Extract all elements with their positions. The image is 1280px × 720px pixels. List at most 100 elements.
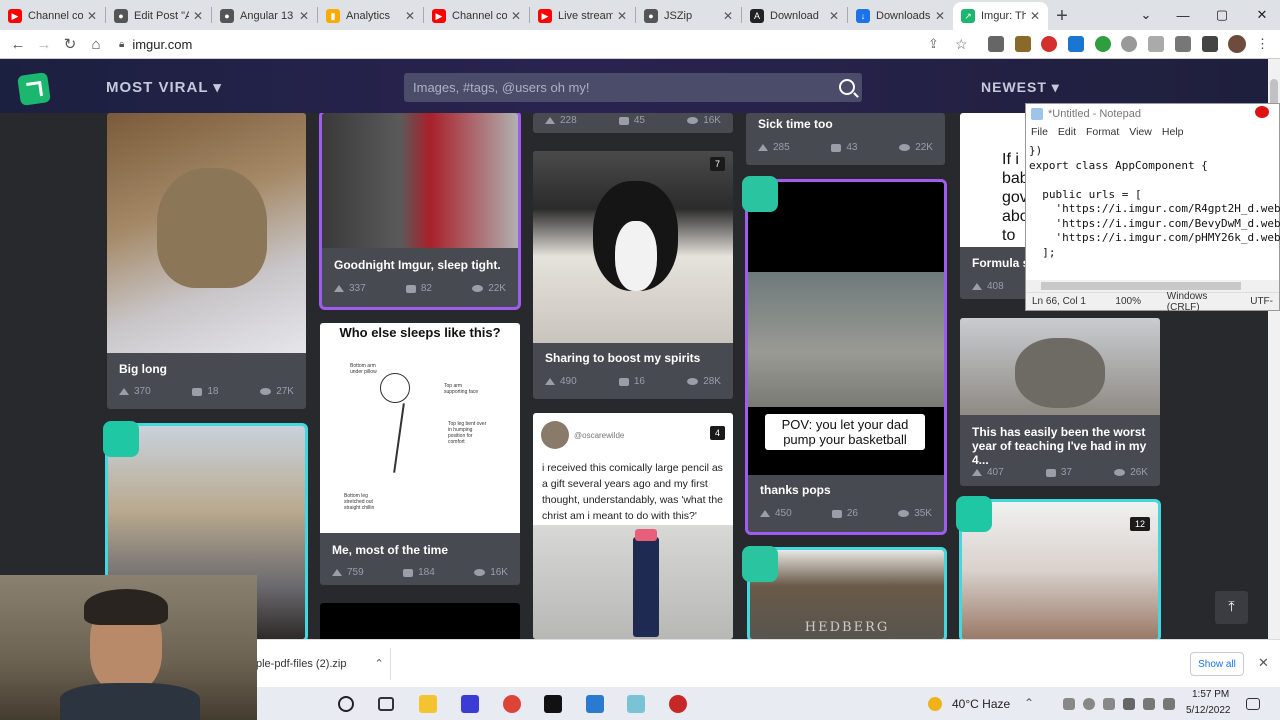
app-icon[interactable] [461,695,479,713]
post-card[interactable]: HEDBERG [750,550,944,639]
menu-icon[interactable]: ⋮ [1256,36,1272,52]
chrome-icon[interactable] [503,695,521,713]
web-icon: ● [220,9,234,23]
reload-icon[interactable]: ↻ [57,35,83,53]
terminal-icon[interactable] [544,695,562,713]
menu-edit[interactable]: Edit [1058,126,1076,144]
post-image [533,525,733,639]
tab-2[interactable]: ● Angular 13 ✕ [212,2,317,30]
url-field[interactable]: 🔒︎ imgur.com [119,37,192,52]
notepad-window: *Untitled - Notepad File Edit Format Vie… [1025,103,1280,313]
tab-5[interactable]: ▶ Live stream ✕ [530,2,635,30]
menu-view[interactable]: View [1129,126,1152,144]
close-icon[interactable]: ✕ [405,9,415,23]
home-icon[interactable]: ⌂ [83,36,109,53]
shield-icon[interactable] [1148,36,1164,52]
search-icon[interactable] [839,79,855,95]
menu-file[interactable]: File [1031,126,1048,144]
tab-6[interactable]: ● JSZip ✕ [636,2,741,30]
close-window-button[interactable]: ✕ [1242,0,1280,30]
tab-0[interactable]: ▶ Channel co ✕ [0,2,105,30]
extension-icon[interactable] [1121,36,1137,52]
upvote-icon [545,378,555,385]
tray-icon[interactable] [1103,698,1115,710]
minimize-button[interactable]: — [1163,0,1203,30]
forward-icon[interactable]: → [31,36,57,53]
post-card[interactable]: Big long 370 18 27K [107,113,306,409]
close-icon[interactable]: ✕ [829,9,839,23]
scroll-to-top-button[interactable]: ⤒ [1215,591,1248,624]
tab-9[interactable]: ↗Imgur: The✕ [953,2,1048,30]
search-input[interactable]: Images, #tags, @users oh my! [404,73,862,102]
post-card[interactable]: Goodnight Imgur, sleep tight. 337 82 22K [322,113,518,307]
maximize-button[interactable]: ▢ [1202,0,1242,30]
close-icon[interactable]: ✕ [935,9,945,23]
tab-3[interactable]: ▮ Analytics ✕ [318,2,423,30]
cortana-icon[interactable] [338,696,354,712]
imgur-logo[interactable] [17,72,51,106]
tray-icon[interactable] [1083,698,1095,710]
extension-icon[interactable] [1041,36,1057,52]
sidebar-icon[interactable] [1202,36,1218,52]
post-card[interactable]: Sick time too 285 43 22K [746,113,945,165]
app-icon[interactable] [669,695,687,713]
analytics-icon: ▮ [326,9,340,23]
post-card[interactable]: 228 45 16K [533,113,733,133]
post-card[interactable] [320,603,520,639]
newest-dropdown[interactable]: NEWEST ▾ [981,79,1060,96]
post-card[interactable]: This has easily been the worst year of t… [960,318,1160,486]
upvote-icon [758,144,768,151]
show-all-button[interactable]: Show all [1190,652,1244,676]
star-icon[interactable]: ☆ [955,36,971,52]
notepad-icon [1031,108,1043,120]
close-icon[interactable]: ✕ [299,9,309,23]
close-icon[interactable]: ✕ [1030,9,1040,23]
file-explorer-icon[interactable] [419,695,437,713]
puzzle-icon[interactable] [1175,36,1191,52]
tab-1[interactable]: ● Edit Post "A ✕ [106,2,211,30]
back-icon[interactable]: ← [5,36,31,53]
close-icon[interactable]: ✕ [511,9,521,23]
notepad-text-area[interactable]: }) export class AppComponent { public ur… [1026,144,1280,260]
download-icon: ↓ [856,9,870,23]
close-icon[interactable]: ✕ [723,9,733,23]
tab-7[interactable]: A Download ✕ [742,2,847,30]
tab-8[interactable]: ↓ Downloads ✕ [848,2,953,30]
upvote-icon [119,388,129,395]
upvote-icon [332,569,342,576]
tab-4[interactable]: ▶ Channel co ✕ [424,2,529,30]
sort-dropdown[interactable]: MOST VIRAL ▾ [106,78,222,96]
post-card[interactable]: Who else sleeps like this? Bottom arm un… [320,323,520,585]
chevron-up-icon[interactable]: ⌃ [1024,696,1034,710]
post-card[interactable]: 7 Sharing to boost my spirits 490 16 28K [533,151,733,399]
download-item[interactable]: ple-pdf-files (2).zip ⌃ [256,657,384,670]
volume-icon[interactable] [1163,698,1175,710]
share-icon[interactable]: ⇪ [928,36,944,52]
post-card[interactable]: @oscarewilde 4 i received this comically… [533,413,733,639]
extension-icon[interactable] [1095,36,1111,52]
chevron-up-icon: ⌃ [374,658,384,670]
new-tab-button[interactable]: + [1048,2,1076,30]
battery-icon[interactable] [1123,698,1135,710]
tab-strip: ▶ Channel co ✕ ● Edit Post "A ✕ ● Angular 13 ✕… [0,0,1280,30]
menu-format[interactable]: Format [1086,126,1119,144]
comment-icon [618,116,629,125]
extension-icon[interactable] [1068,36,1084,52]
extension-icon[interactable] [1015,36,1031,52]
menu-help[interactable]: Help [1162,126,1184,144]
close-icon[interactable]: ✕ [1258,655,1269,671]
close-icon[interactable]: ✕ [617,9,627,23]
close-icon[interactable]: ✕ [193,9,203,23]
avatar[interactable] [1228,35,1246,53]
post-card[interactable]: POV: you let your dad pump your basketba… [748,182,944,532]
tab-search-icon[interactable]: ⌄ [1126,0,1166,30]
task-view-icon[interactable] [378,697,394,711]
notifications-icon[interactable] [1246,698,1260,710]
tray-icon[interactable] [1063,698,1075,710]
network-icon[interactable] [1143,698,1155,710]
vscode-icon[interactable] [586,695,604,713]
extension-icon[interactable] [988,36,1004,52]
eye-icon [474,569,486,576]
notepad-icon[interactable] [627,695,645,713]
close-icon[interactable]: ✕ [87,9,97,23]
